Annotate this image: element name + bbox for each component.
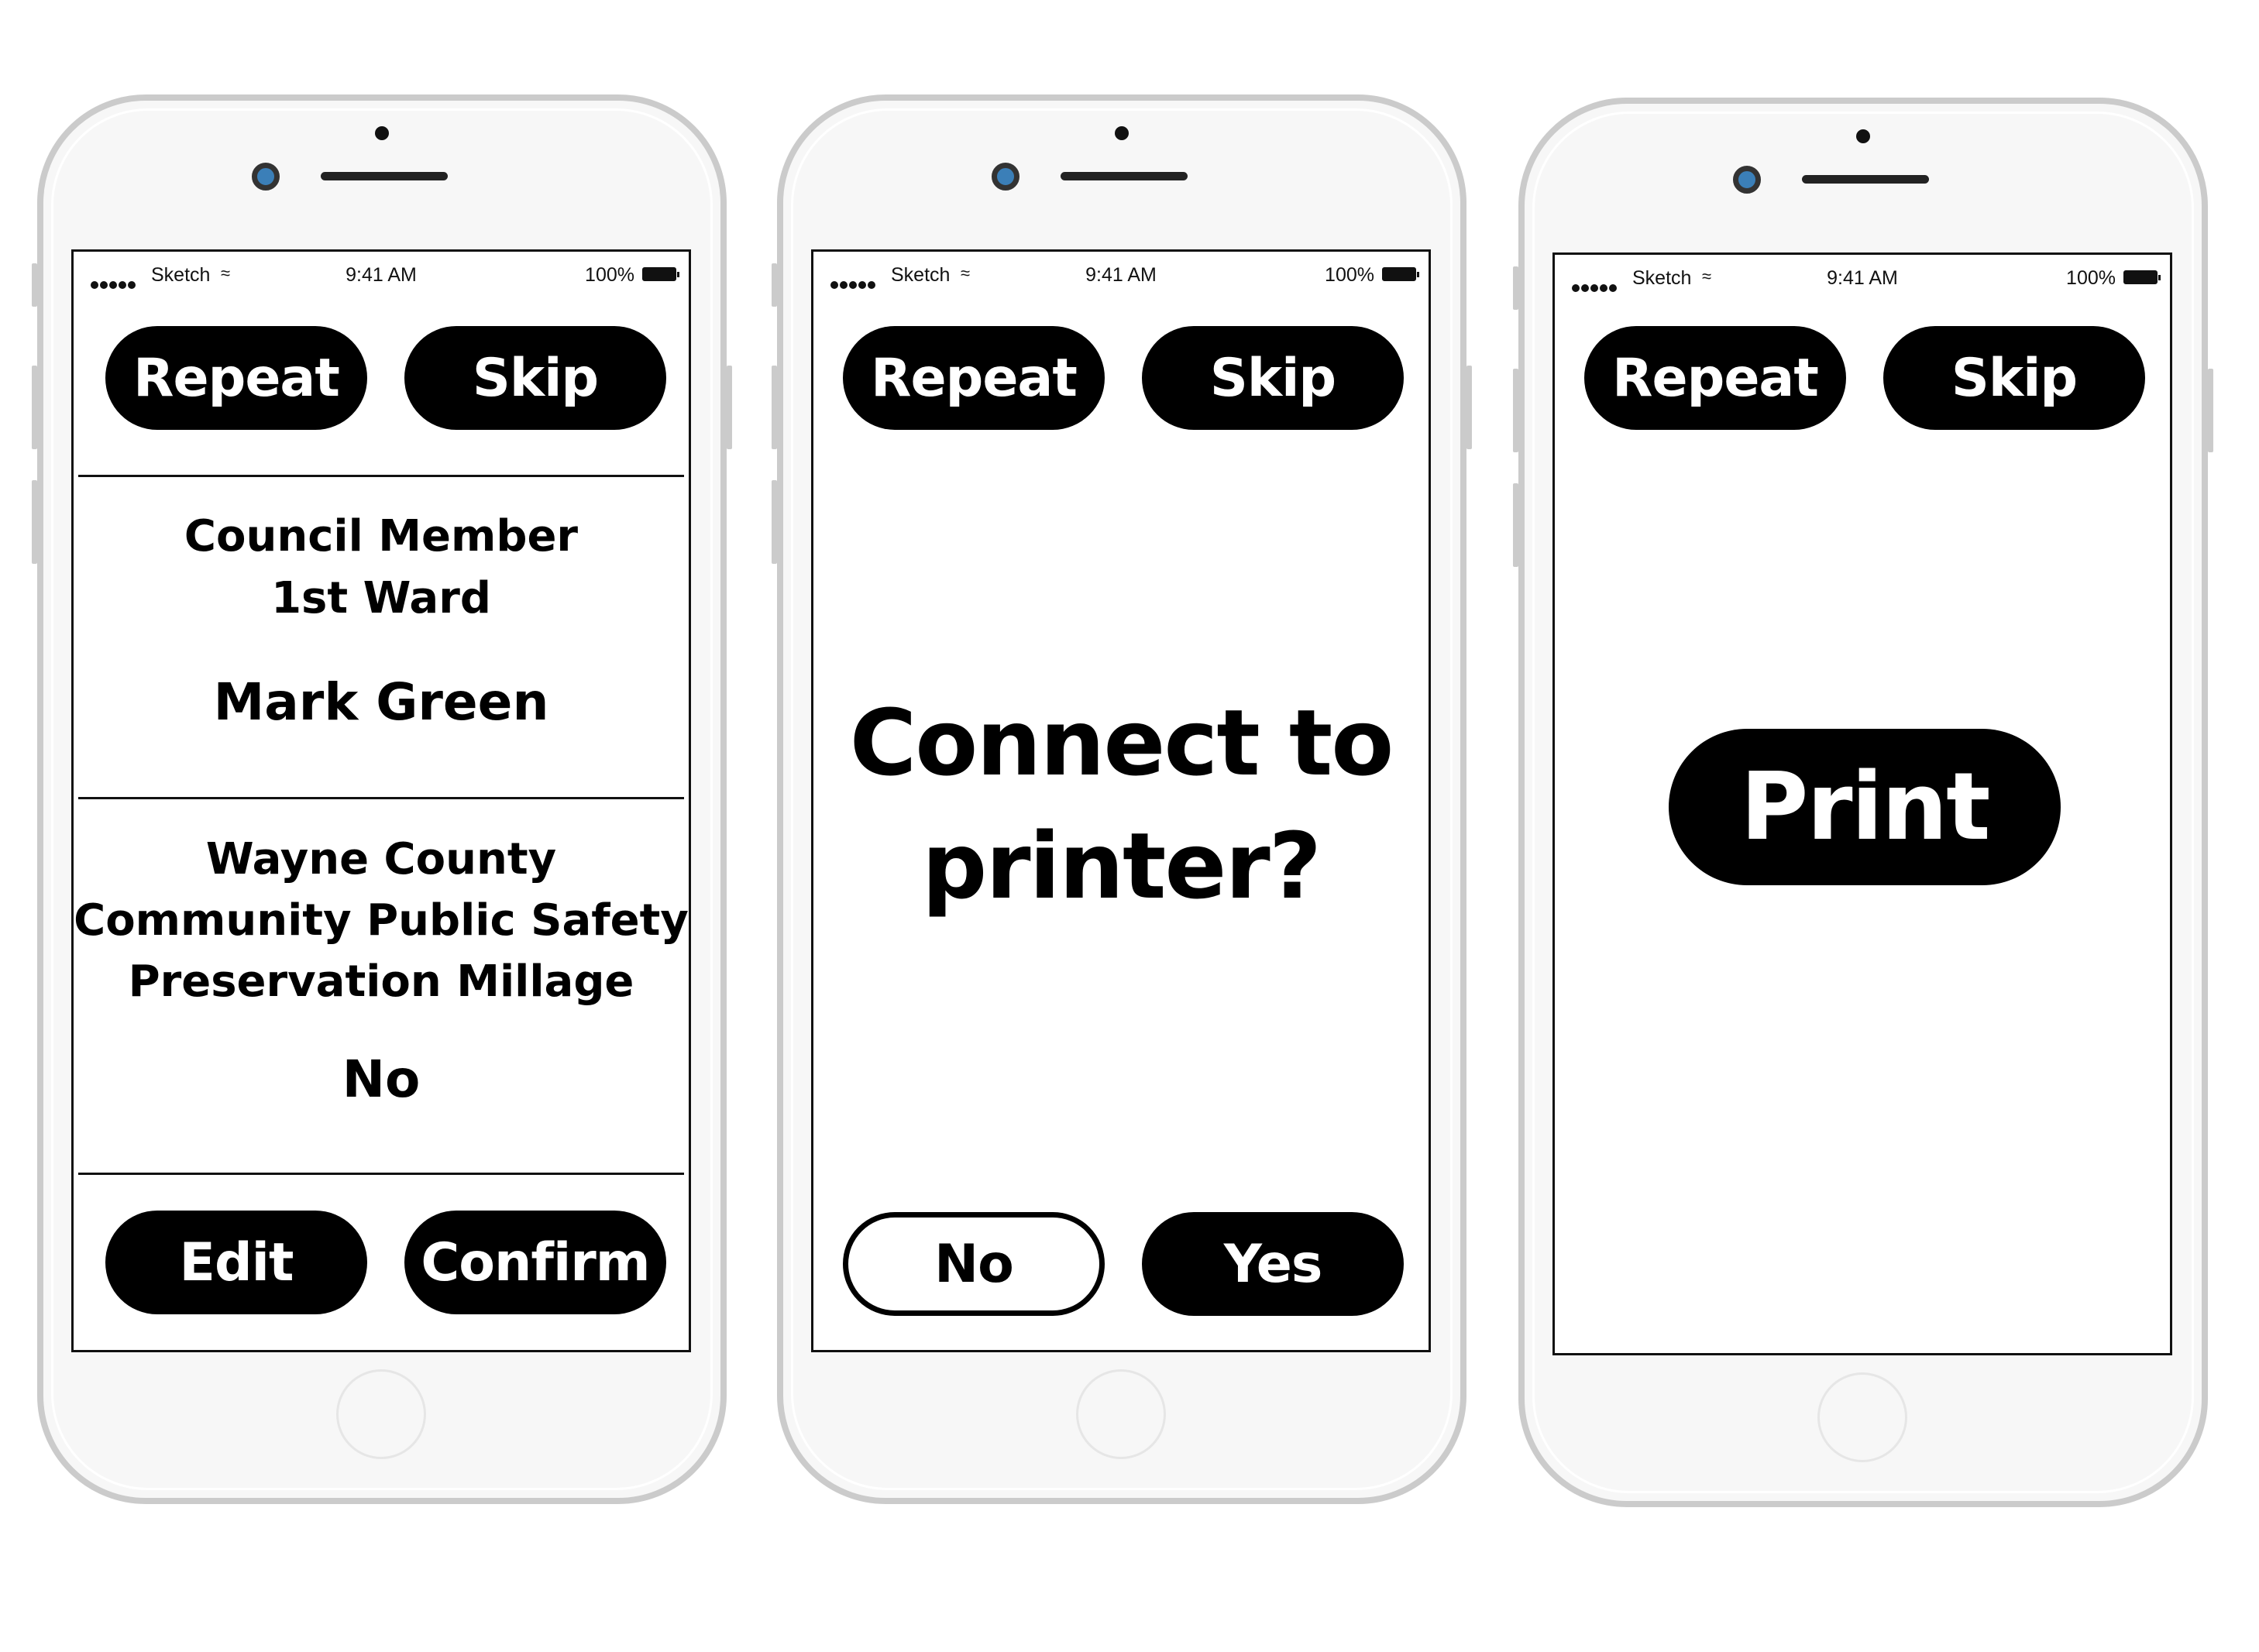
phone-printer-prompt: Sketch ≈ 9:41 AM 100% Repeat Skip Connec… [772,94,1472,1504]
volume-up-button [32,366,37,449]
status-bar: Sketch ≈ 9:41 AM 100% [74,252,689,298]
status-bar: Sketch ≈ 9:41 AM 100% [1555,255,2170,301]
power-button [2208,369,2213,452]
battery-icon [1382,267,1419,281]
skip-button[interactable]: Skip [1142,326,1404,430]
no-button[interactable]: No [843,1212,1105,1316]
mute-switch [32,263,37,307]
measure-title-line1: Wayne County [205,834,557,884]
home-button[interactable] [1817,1372,1907,1462]
divider [78,475,684,477]
status-bar: Sketch ≈ 9:41 AM 100% [813,252,1429,298]
printer-prompt-line2: printer? [921,812,1322,919]
race-selection: Mark Green [213,672,549,732]
volume-down-button [772,480,777,564]
camera-icon [992,163,1019,191]
screen: Sketch ≈ 9:41 AM 100% Repeat Skip Print [1552,252,2172,1355]
camera-icon [252,163,280,191]
repeat-button[interactable]: Repeat [105,326,367,430]
volume-up-button [1513,369,1518,452]
proximity-sensor [1115,126,1129,140]
confirm-button[interactable]: Confirm [404,1211,666,1314]
repeat-button[interactable]: Repeat [1584,326,1846,430]
volume-down-button [32,480,37,564]
screen: Sketch ≈ 9:41 AM 100% Repeat Skip Connec… [811,249,1431,1352]
edit-button[interactable]: Edit [105,1211,367,1314]
screen: Sketch ≈ 9:41 AM 100% Repeat Skip Counci… [71,249,691,1352]
mute-switch [1513,266,1518,310]
phone-print: Sketch ≈ 9:41 AM 100% Repeat Skip Print [1513,98,2213,1507]
camera-icon [1733,166,1761,194]
volume-up-button [772,366,777,449]
home-button[interactable] [1076,1369,1166,1459]
proximity-sensor [1856,129,1870,143]
speaker-grille [1061,172,1188,180]
proximity-sensor [375,126,389,140]
power-button [1466,366,1472,449]
skip-button[interactable]: Skip [1883,326,2145,430]
battery-percent: 100% [1325,264,1374,286]
measure-title-line2: Community Public Safety [74,895,689,946]
divider [78,797,684,799]
speaker-grille [321,172,448,180]
battery-icon [2123,270,2161,284]
race-title-line2: 1st Ward [271,573,491,623]
race-title-line1: Council Member [184,511,579,562]
volume-down-button [1513,483,1518,567]
mute-switch [772,263,777,307]
print-button[interactable]: Print [1669,729,2061,885]
measure-title-line3: Preservation Millage [128,957,634,1007]
yes-button[interactable]: Yes [1142,1212,1404,1316]
battery-percent: 100% [2066,267,2116,289]
divider [78,1173,684,1175]
skip-button[interactable]: Skip [404,326,666,430]
power-button [727,366,732,449]
measure-selection: No [342,1049,421,1109]
printer-prompt-line1: Connect to [849,689,1394,796]
battery-percent: 100% [585,264,634,286]
speaker-grille [1802,175,1929,184]
phone-review: Sketch ≈ 9:41 AM 100% Repeat Skip Counci… [32,94,732,1504]
repeat-button[interactable]: Repeat [843,326,1105,430]
home-button[interactable] [336,1369,426,1459]
battery-icon [642,267,679,281]
